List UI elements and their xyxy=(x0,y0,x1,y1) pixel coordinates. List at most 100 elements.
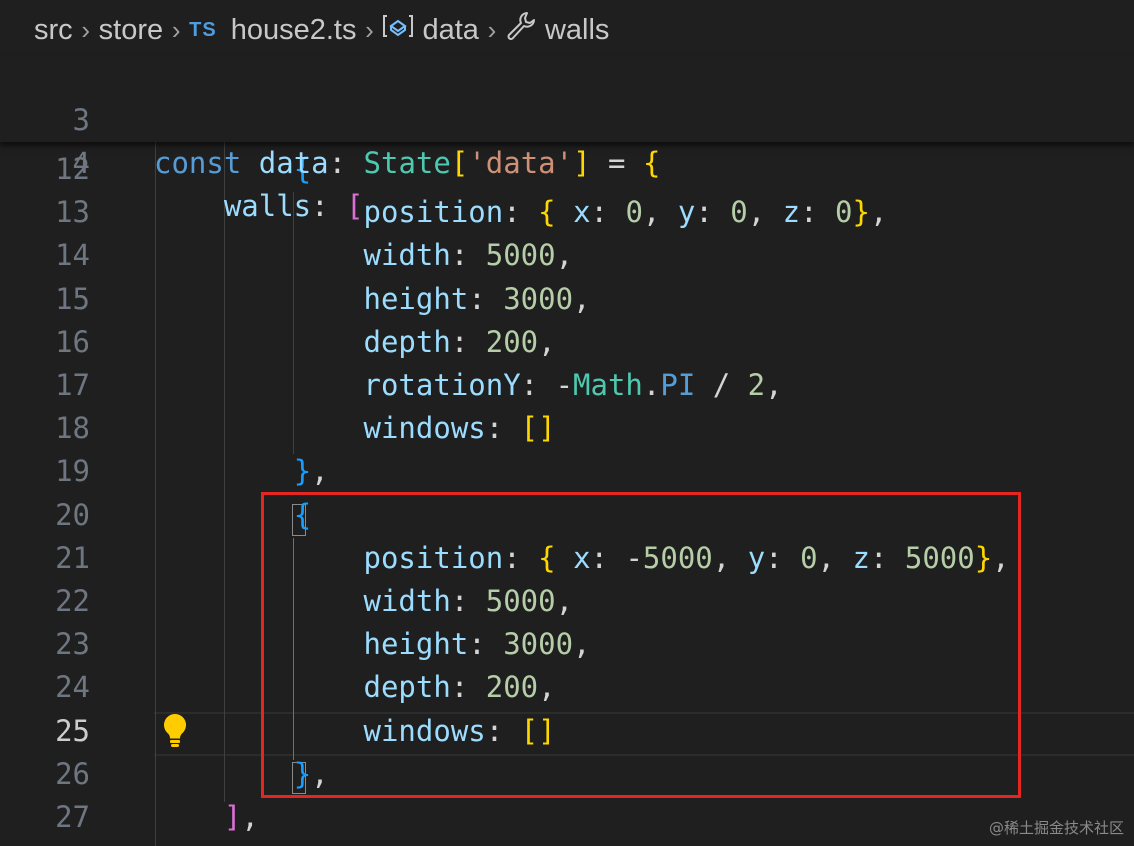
code-line[interactable]: 4 walls: [ xyxy=(0,99,1134,223)
code-token: [] xyxy=(520,411,556,446)
code-token: : xyxy=(468,281,504,316)
code-token: , xyxy=(555,238,574,273)
code-line[interactable]: 14 width: 5000, xyxy=(0,234,1134,277)
code-token: : xyxy=(590,195,626,230)
code-token: , xyxy=(573,281,591,316)
breadcrumb-item-store[interactable]: store xyxy=(99,14,163,47)
code-text: windows: [] xyxy=(154,407,556,450)
chevron-right-icon: › xyxy=(487,14,497,45)
code-line[interactable]: 27 ], xyxy=(0,796,1134,839)
wrench-icon xyxy=(505,10,537,50)
code-token: State xyxy=(363,146,451,180)
line-number: 14 xyxy=(55,238,90,273)
line-number: 23 xyxy=(55,627,90,662)
line-number: 20 xyxy=(55,497,90,532)
highlight-box xyxy=(261,492,1021,798)
breadcrumb-item-file[interactable]: TS house2.ts xyxy=(189,14,356,47)
line-number: 18 xyxy=(55,411,90,446)
chevron-right-icon: › xyxy=(365,14,374,45)
variable-icon xyxy=(382,13,414,47)
chevron-right-icon: › xyxy=(171,14,181,45)
code-token: : - xyxy=(520,368,574,402)
line-number: 26 xyxy=(55,756,90,791)
code-token: y xyxy=(677,195,696,230)
line-number: 4 xyxy=(72,146,90,180)
code-token: , xyxy=(311,454,329,489)
code-token: : xyxy=(485,411,521,446)
code-token: : xyxy=(450,238,486,273)
lightbulb-icon[interactable] xyxy=(161,712,189,748)
code-line[interactable]: 16 depth: 200, xyxy=(0,321,1134,364)
code-token: : xyxy=(503,195,539,230)
code-token: [ xyxy=(450,146,469,180)
code-token: width xyxy=(363,238,451,273)
code-token: ] xyxy=(223,800,242,834)
code-token: : xyxy=(450,324,486,359)
code-token: z xyxy=(782,195,801,230)
code-line[interactable]: 18 windows: [] xyxy=(0,407,1134,450)
code-token: const xyxy=(154,146,242,180)
code-line[interactable]: 3 const data: State['data'] = { xyxy=(0,56,1134,180)
line-number: 17 xyxy=(55,368,90,402)
code-text: height: 3000, xyxy=(154,278,591,321)
code-token: ] xyxy=(573,146,591,180)
breadcrumb: src › store › TS house2.ts › data › wall… xyxy=(0,0,1134,60)
code-token: } xyxy=(293,454,312,489)
code-text: ], xyxy=(154,796,259,839)
code-text: const data: State['data'] = { xyxy=(154,142,660,185)
code-token: depth xyxy=(363,324,451,359)
code-token: 3000 xyxy=(503,281,574,316)
code-line[interactable]: 15 height: 3000, xyxy=(0,278,1134,321)
code-token: 'data' xyxy=(468,146,574,180)
breadcrumb-item-src[interactable]: src xyxy=(34,14,73,47)
line-number: 19 xyxy=(55,454,90,489)
code-text: walls: [ xyxy=(154,185,364,228)
code-token: : xyxy=(800,195,836,230)
code-token: , xyxy=(241,800,259,834)
code-token: data xyxy=(258,146,329,180)
code-token: 2 xyxy=(747,368,766,402)
code-token: , xyxy=(538,324,556,359)
line-number: 27 xyxy=(55,800,90,834)
line-number: 22 xyxy=(55,584,90,618)
code-token: PI xyxy=(660,368,696,402)
code-text: width: 5000, xyxy=(154,234,574,277)
code-token: = xyxy=(590,146,643,180)
line-number: 25 xyxy=(55,713,90,748)
code-token: : xyxy=(328,146,364,180)
code-line[interactable]: 19 }, xyxy=(0,450,1134,493)
typescript-file-icon: TS xyxy=(189,18,217,41)
breadcrumb-item-walls[interactable]: walls xyxy=(505,10,609,50)
code-token: 5000 xyxy=(485,238,556,273)
line-number: 21 xyxy=(55,540,90,575)
code-token: Math xyxy=(573,368,643,402)
breadcrumb-item-data[interactable]: data xyxy=(382,13,479,47)
code-token: 0 xyxy=(625,195,643,230)
code-token: 0 xyxy=(835,195,853,230)
line-number: 15 xyxy=(55,281,90,316)
code-text: }, xyxy=(154,450,329,493)
code-token: position xyxy=(363,195,504,230)
code-token: : xyxy=(311,189,347,223)
chevron-right-icon: › xyxy=(81,14,90,45)
code-line[interactable]: 17 rotationY: -Math.PI / 2, xyxy=(0,364,1134,407)
code-token: { xyxy=(538,195,556,230)
code-token: , xyxy=(765,368,783,402)
sticky-scroll-header[interactable]: 3 const data: State['data'] = { 4 walls:… xyxy=(0,56,1134,223)
code-token: , xyxy=(869,195,888,230)
code-token: { xyxy=(642,146,661,180)
code-token: : xyxy=(695,195,731,230)
code-token: / xyxy=(695,368,748,402)
code-token: , xyxy=(747,195,783,230)
code-token: 0 xyxy=(730,195,748,230)
code-token: [ xyxy=(346,189,364,223)
